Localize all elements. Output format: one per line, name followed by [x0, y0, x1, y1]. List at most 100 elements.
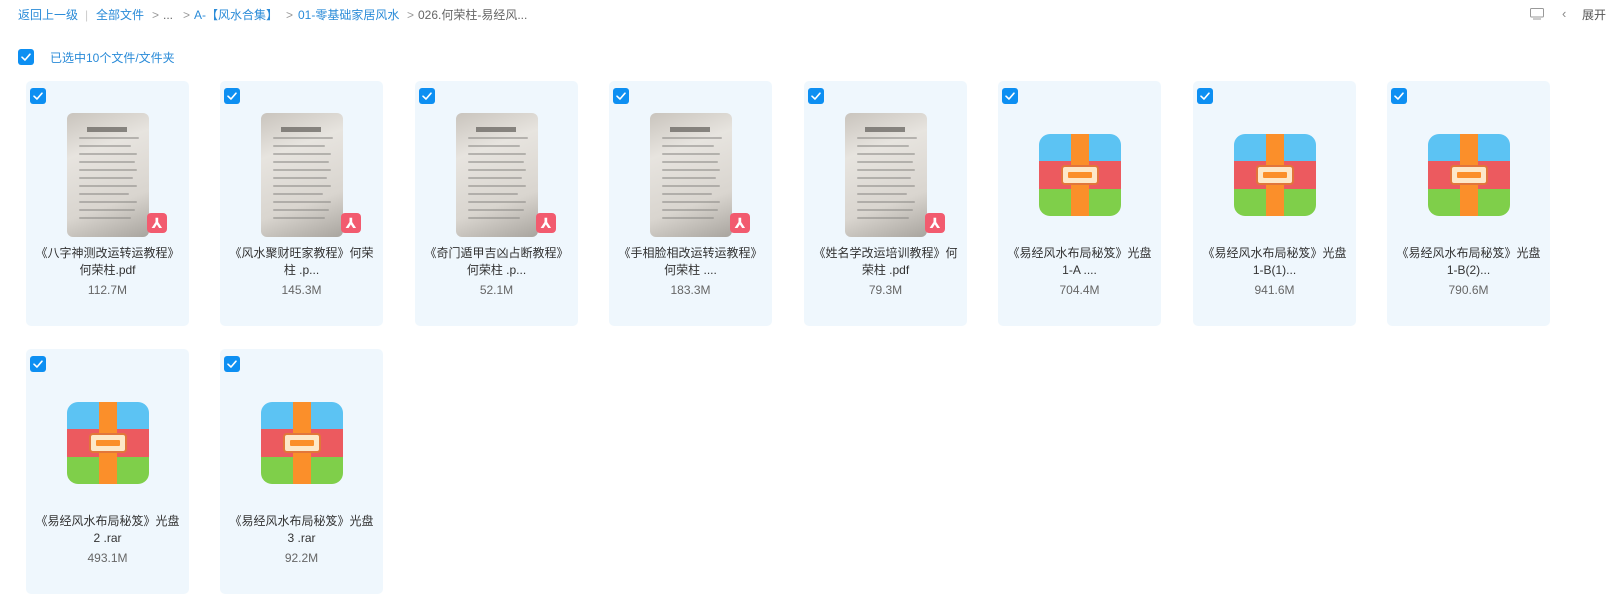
pdf-preview-line [468, 185, 526, 187]
breadcrumb-separator: > [286, 8, 294, 22]
breadcrumb-separator: > [407, 8, 415, 22]
archive-icon [1039, 134, 1121, 216]
pdf-badge-icon: ⅄ [730, 213, 750, 233]
pdf-preview-line [857, 153, 915, 155]
pdf-preview-line [79, 145, 131, 147]
file-name-line: 柱 .p... [283, 263, 320, 277]
selection-count-label: 已选中10个文件/文件夹 [50, 51, 175, 65]
back-link[interactable]: 返回上一级 [18, 7, 78, 23]
file-thumbnail [26, 369, 189, 519]
pdf-preview-heading [281, 127, 321, 132]
file-name: 《姓名学改运培训教程》何 荣柱 .pdf [810, 245, 961, 279]
pdf-preview-line [662, 177, 716, 179]
file-name-line: 《风水聚财旺家教程》何荣 [229, 246, 374, 260]
breadcrumb-item-fengshui[interactable]: A-【风水合集】 [194, 7, 278, 23]
file-name-line: 3 .rar [287, 531, 316, 545]
pdf-preview-heading [670, 127, 710, 132]
file-name-line: 何荣柱.pdf [79, 263, 136, 277]
pdf-preview-line [273, 169, 331, 171]
file-name: 《八字神测改运转运教程》 何荣柱.pdf [32, 245, 183, 279]
pdf-preview-line [79, 161, 135, 163]
archive-icon [1428, 134, 1510, 216]
pdf-preview-line [273, 161, 329, 163]
file-card-rar[interactable]: 《易经风水布局秘笈》光盘 1-A .... 704.4M [998, 81, 1161, 326]
pdf-preview-line [662, 169, 720, 171]
file-card-rar[interactable]: 《易经风水布局秘笈》光盘 1-B(1)... 941.6M [1193, 81, 1356, 326]
pdf-preview-line [662, 209, 718, 211]
pdf-preview-line [662, 193, 712, 195]
pdf-preview-line [857, 217, 909, 219]
expand-button[interactable]: 展开 [1582, 7, 1606, 23]
breadcrumb-bar: 返回上一级 | 全部文件 > ... > A-【风水合集】 > 01-零基础家居… [0, 0, 1612, 30]
file-thumbnail [1387, 101, 1550, 251]
pdf-preview-line [468, 161, 524, 163]
file-name-line: 《易经风水布局秘笈》光盘 [1202, 246, 1347, 260]
file-name-line: 1-A .... [1062, 263, 1097, 277]
file-size: 145.3M [281, 283, 322, 297]
pdf-preview-line [857, 161, 913, 163]
pdf-preview-line [662, 145, 714, 147]
file-name-line: 《手相脸相改运转运教程》 [618, 246, 763, 260]
file-card-pdf[interactable]: ⅄ 《奇门遁甲吉凶占断教程》 何荣柱 .p... 52.1M [415, 81, 578, 326]
pdf-preview-image [456, 113, 538, 237]
file-thumbnail [220, 369, 383, 519]
checkmark-icon [21, 53, 31, 61]
file-card-rar[interactable]: 《易经风水布局秘笈》光盘 1-B(2)... 790.6M [1387, 81, 1550, 326]
breadcrumb-divider: | [85, 8, 89, 22]
chevron-left-icon[interactable]: ‹ [1562, 6, 1566, 22]
file-name-line: 《易经风水布局秘笈》光盘 [229, 514, 374, 528]
select-all-checkbox[interactable] [18, 49, 34, 65]
pdf-preview-line [857, 145, 909, 147]
file-card-pdf[interactable]: ⅄ 《姓名学改运培训教程》何 荣柱 .pdf 79.3M [804, 81, 967, 326]
pdf-preview-image [845, 113, 927, 237]
breadcrumb-item-home-fengshui[interactable]: 01-零基础家居风水 [298, 7, 399, 23]
file-name: 《易经风水布局秘笈》光盘 2 .rar [32, 513, 183, 547]
breadcrumb-current: 026.何荣柱-易经风... [418, 8, 528, 22]
file-name-line: 何荣柱 .p... [466, 263, 527, 277]
breadcrumb-separator: > [152, 8, 160, 22]
archive-icon [67, 402, 149, 484]
pdf-preview-line [662, 217, 714, 219]
breadcrumb-all-files[interactable]: 全部文件 [96, 7, 144, 23]
file-card-pdf[interactable]: ⅄ 《八字神测改运转运教程》 何荣柱.pdf 112.7M [26, 81, 189, 326]
monitor-icon[interactable] [1530, 8, 1544, 20]
file-name-line: 《奇门遁甲吉凶占断教程》 [424, 246, 569, 260]
file-thumbnail [998, 101, 1161, 251]
file-size: 52.1M [479, 283, 514, 297]
pdf-preview-line [273, 137, 333, 139]
file-thumbnail: ⅄ [804, 101, 967, 251]
pdf-preview-heading [865, 127, 905, 132]
pdf-preview-line [468, 169, 526, 171]
pdf-preview-line [662, 185, 720, 187]
file-card-pdf[interactable]: ⅄ 《风水聚财旺家教程》何荣柱 .p... 145.3M [220, 81, 383, 326]
pdf-preview-image [261, 113, 343, 237]
pdf-preview-line [468, 153, 526, 155]
pdf-preview-line [468, 201, 526, 203]
file-name: 《易经风水布局秘笈》光盘 1-B(2)... [1393, 245, 1544, 279]
archive-icon [261, 402, 343, 484]
pdf-preview-line [79, 185, 137, 187]
file-card-rar[interactable]: 《易经风水布局秘笈》光盘 2 .rar 493.1M [26, 349, 189, 594]
pdf-preview-heading [87, 127, 127, 132]
pdf-preview-line [857, 169, 915, 171]
pdf-preview-line [857, 201, 915, 203]
pdf-badge-icon: ⅄ [925, 213, 945, 233]
file-size: 112.7M [87, 283, 128, 297]
pdf-preview-line [273, 217, 325, 219]
file-name-line: 《姓名学改运培训教程》何 [813, 246, 958, 260]
pdf-preview-line [273, 193, 323, 195]
file-name: 《风水聚财旺家教程》何荣柱 .p... [226, 245, 377, 279]
pdf-preview-line [857, 185, 915, 187]
pdf-preview-line [273, 185, 331, 187]
pdf-preview-line [273, 177, 327, 179]
file-name: 《手相脸相改运转运教程》 何荣柱 .... [615, 245, 766, 279]
file-size: 704.4M [1059, 283, 1100, 297]
file-size: 790.6M [1448, 283, 1489, 297]
breadcrumb-separator: > [183, 8, 191, 22]
file-name-line: 荣柱 .pdf [861, 263, 910, 277]
file-card-rar[interactable]: 《易经风水布局秘笈》光盘 3 .rar 92.2M [220, 349, 383, 594]
file-card-pdf[interactable]: ⅄ 《手相脸相改运转运教程》 何荣柱 .... 183.3M [609, 81, 772, 326]
pdf-preview-heading [476, 127, 516, 132]
breadcrumb-ellipsis[interactable]: ... [163, 7, 173, 23]
file-name-line: 1-B(2)... [1446, 263, 1491, 277]
